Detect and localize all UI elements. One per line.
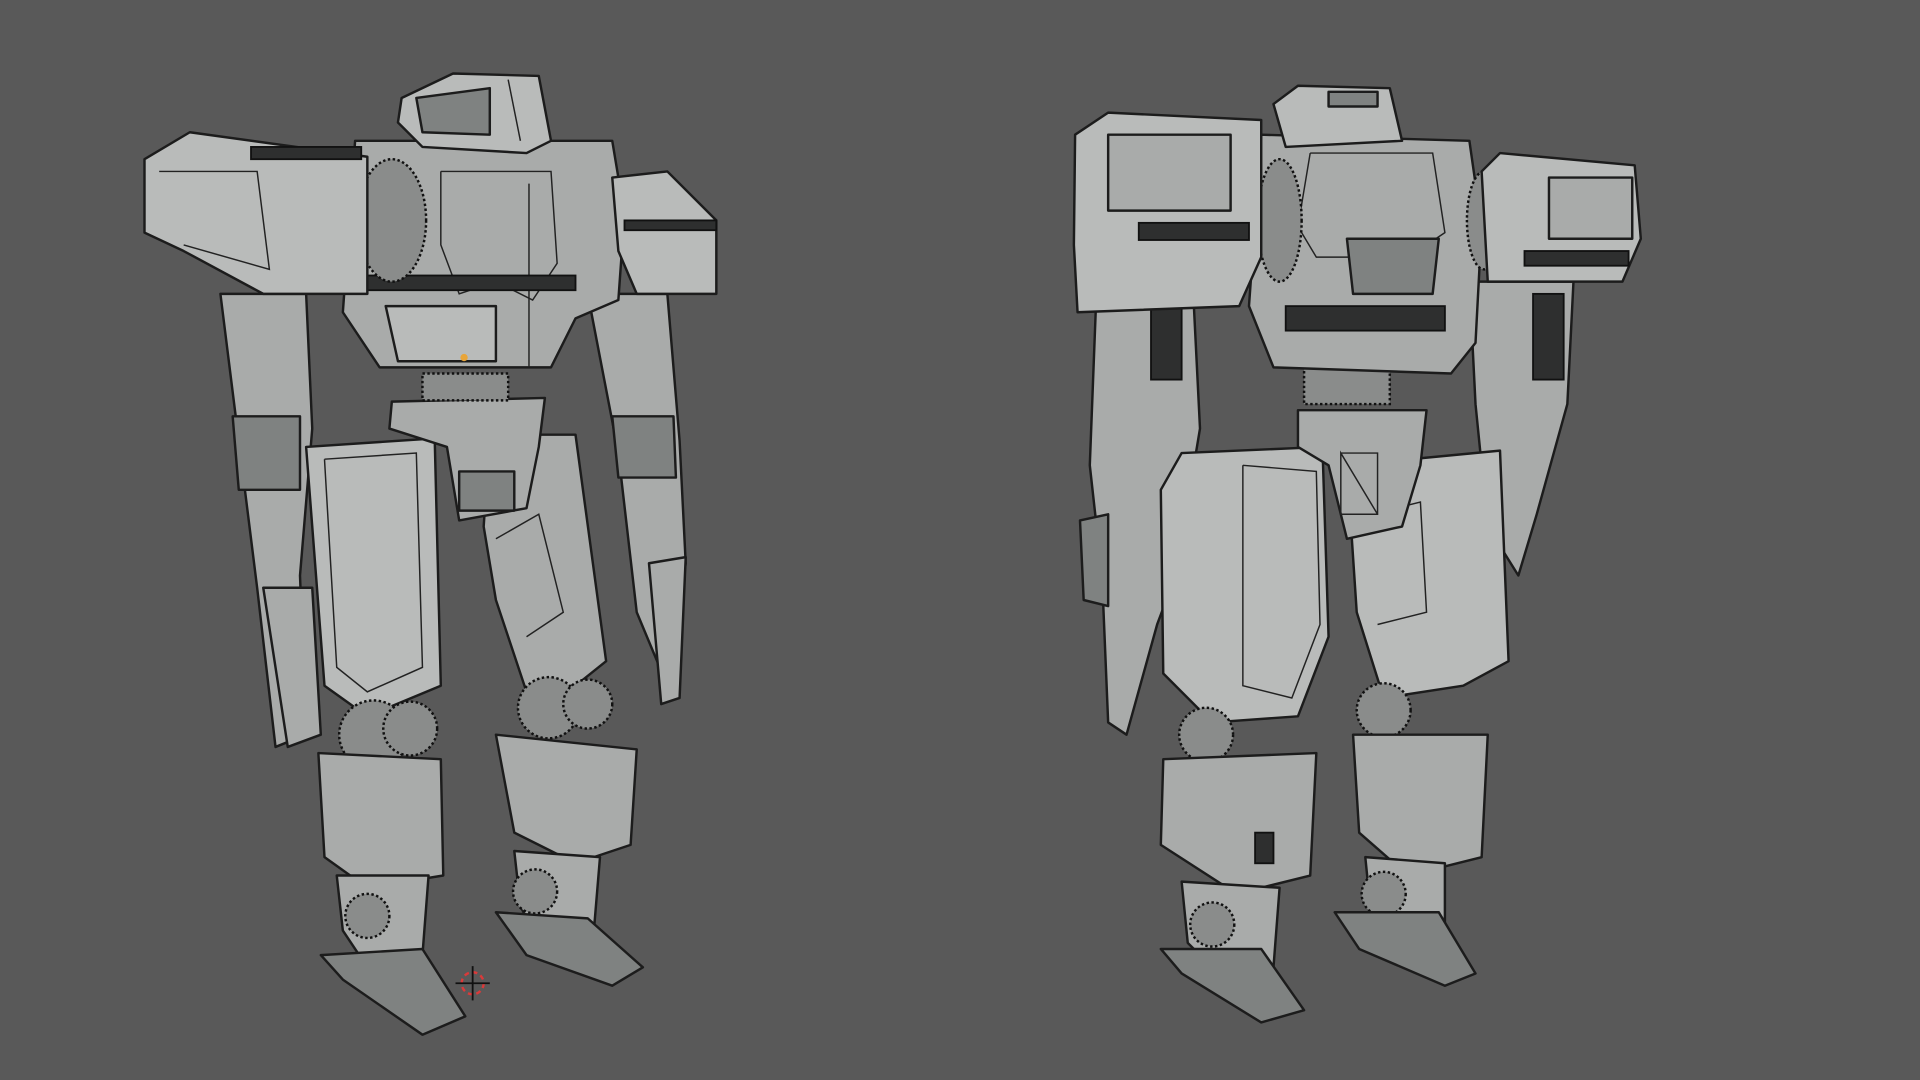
3d-viewport[interactable] bbox=[0, 0, 1920, 1080]
robot-model-front[interactable] bbox=[143, 72, 718, 1036]
3d-cursor-icon bbox=[455, 966, 490, 1001]
robot-model-back[interactable] bbox=[1072, 84, 1643, 1024]
viewport-canvas[interactable] bbox=[0, 0, 1920, 1080]
